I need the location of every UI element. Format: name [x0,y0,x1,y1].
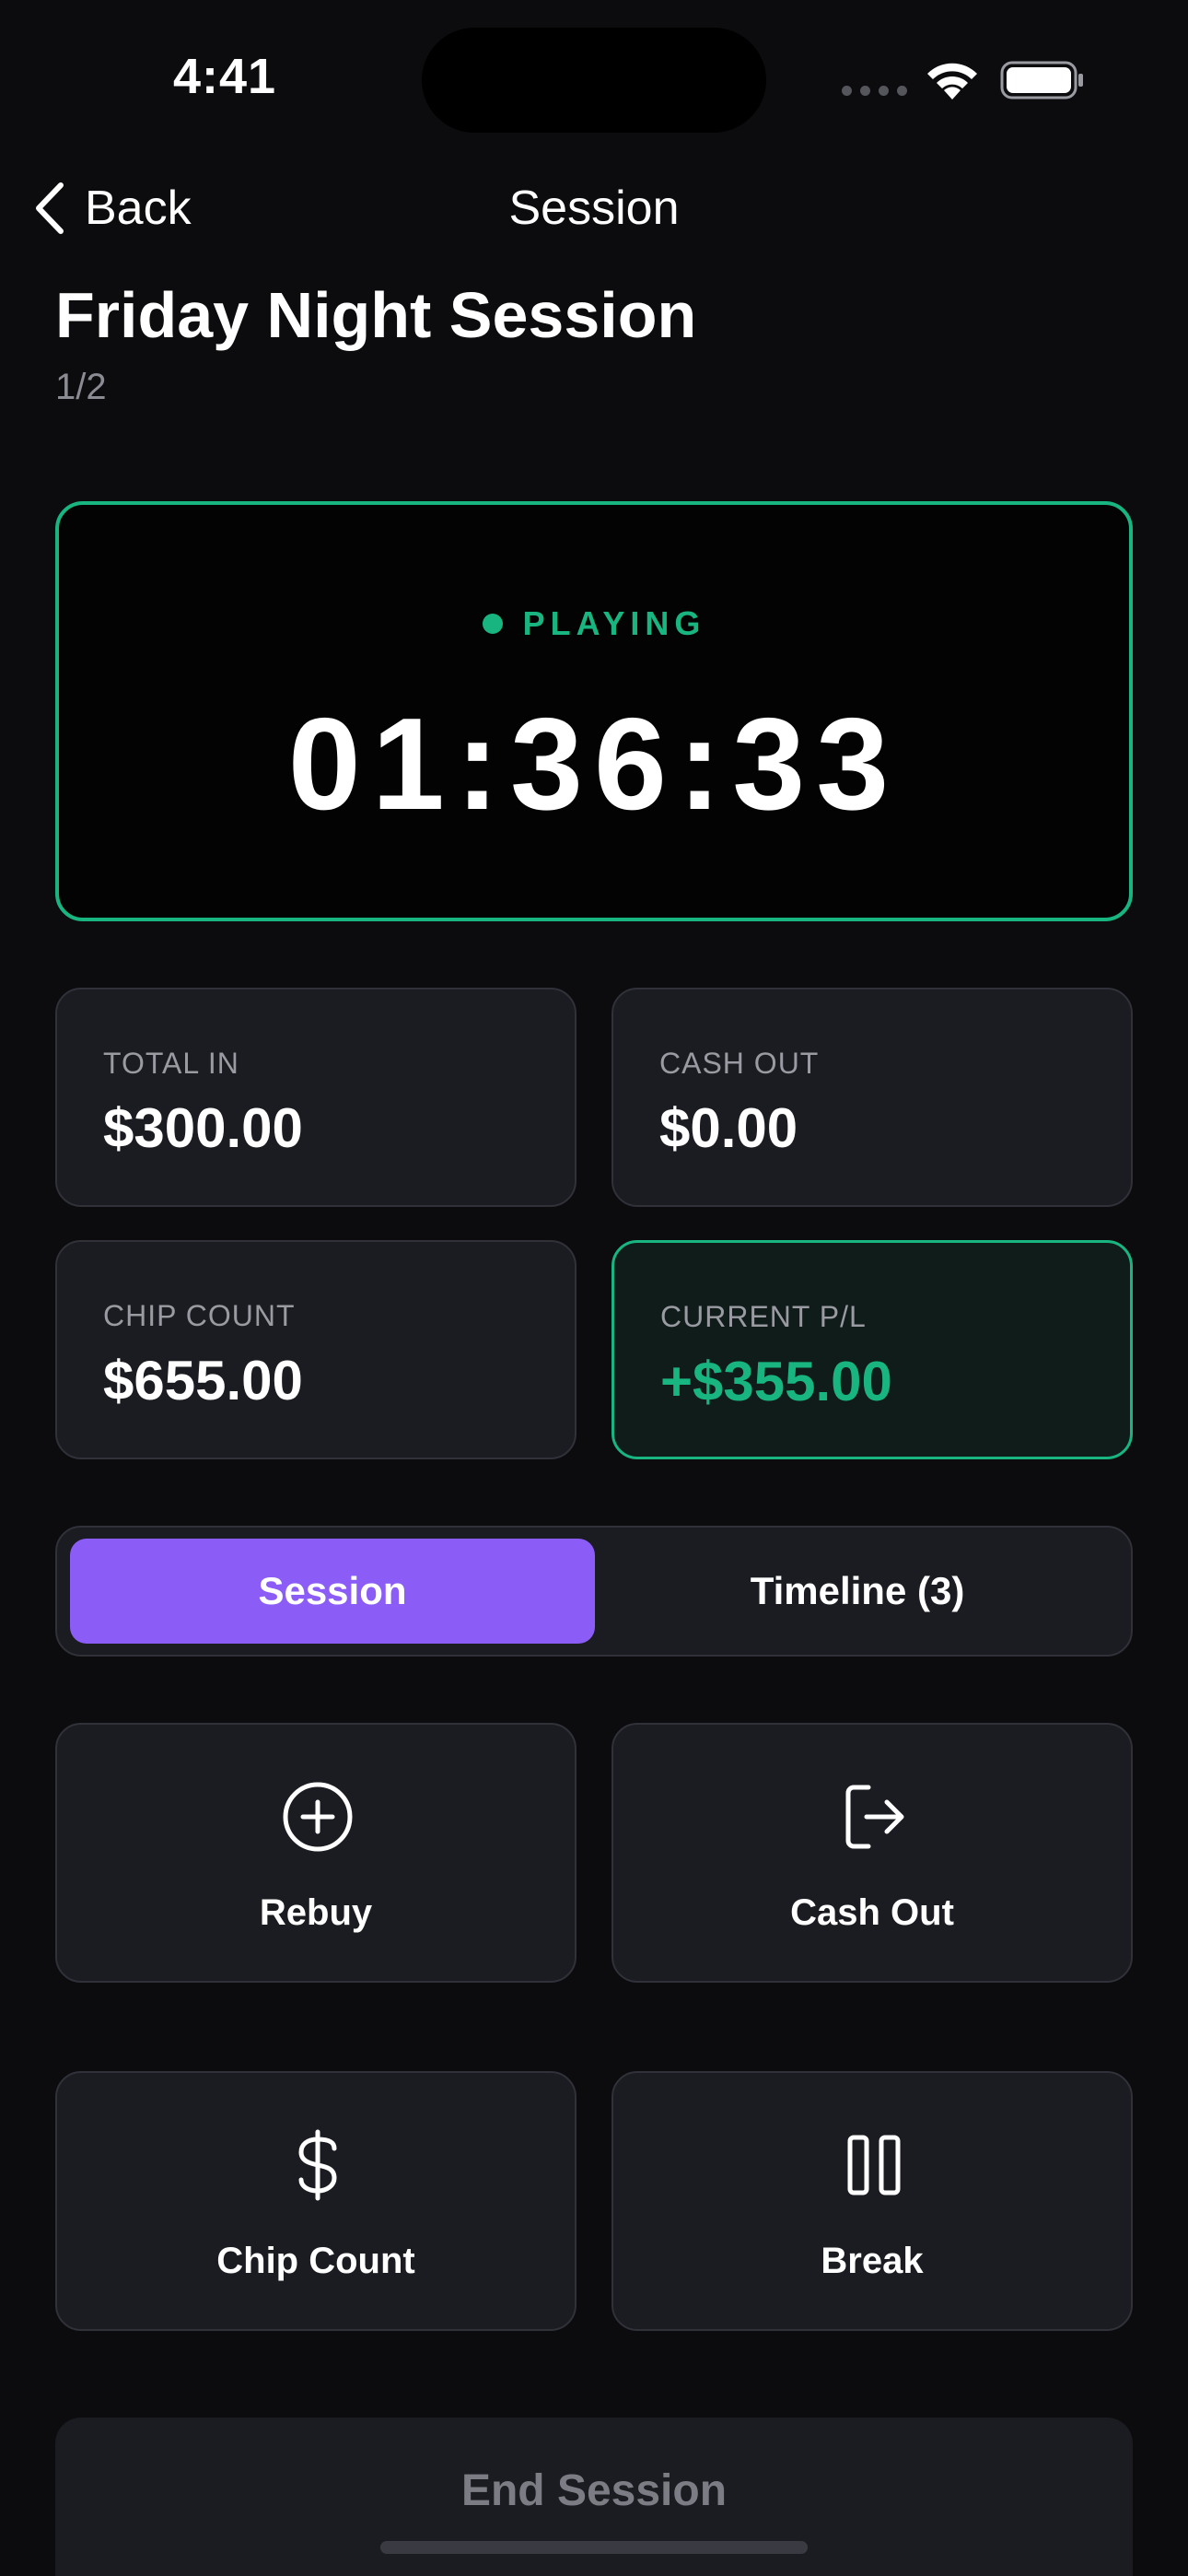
chip-count-action-label: Chip Count [216,2241,415,2281]
break-button[interactable]: Break [611,2071,1133,2331]
cellular-signal-icon [842,86,907,96]
chip-count-label: CHIP COUNT [103,1299,296,1332]
elapsed-timer: 01:36:33 [287,691,901,837]
cash-out-card: CASH OUT $0.00 [611,988,1133,1207]
total-in-card: TOTAL IN $300.00 [55,988,577,1207]
tab-session[interactable]: Session [70,1539,595,1644]
nav-title: Session [508,181,680,235]
logout-icon [845,1785,904,1849]
rebuy-label: Rebuy [259,1892,373,1933]
wifi-icon [927,63,977,100]
home-indicator [380,2541,808,2554]
cash-out-button[interactable]: Cash Out [611,1723,1133,1983]
cash-out-action-label: Cash Out [790,1892,954,1933]
view-tabs: Session Timeline (3) [55,1526,1133,1657]
current-pl-value: +$355.00 [660,1351,892,1412]
total-in-value: $300.00 [103,1097,303,1159]
plus-circle-icon [283,1782,353,1852]
chip-count-card: CHIP COUNT $655.00 [55,1240,577,1459]
dollar-icon [298,2129,337,2201]
session-stakes: 1/2 [55,367,107,407]
page-title: Friday Night Session [55,279,697,351]
status-time: 4:41 [173,49,277,104]
current-pl-label: CURRENT P/L [660,1300,867,1333]
total-in-label: TOTAL IN [103,1047,239,1080]
chip-count-value: $655.00 [103,1350,303,1411]
timer-card: PLAYING 01:36:33 [55,501,1133,921]
tab-timeline[interactable]: Timeline (3) [595,1539,1120,1644]
battery-icon [1000,61,1083,100]
current-pl-card: CURRENT P/L +$355.00 [611,1240,1133,1459]
session-screen: 4:41 Back Session Friday Night Session 1… [0,0,1188,2576]
status-text: PLAYING [522,604,706,642]
dynamic-island [422,28,766,133]
status-indicator: PLAYING [59,604,1129,643]
rebuy-button[interactable]: Rebuy [55,1723,577,1983]
cash-out-label: CASH OUT [659,1047,820,1080]
chip-count-button[interactable]: Chip Count [55,2071,577,2331]
cash-out-value: $0.00 [659,1097,798,1159]
break-label: Break [821,2241,924,2281]
pause-icon [847,2135,901,2195]
status-dot [482,614,503,634]
